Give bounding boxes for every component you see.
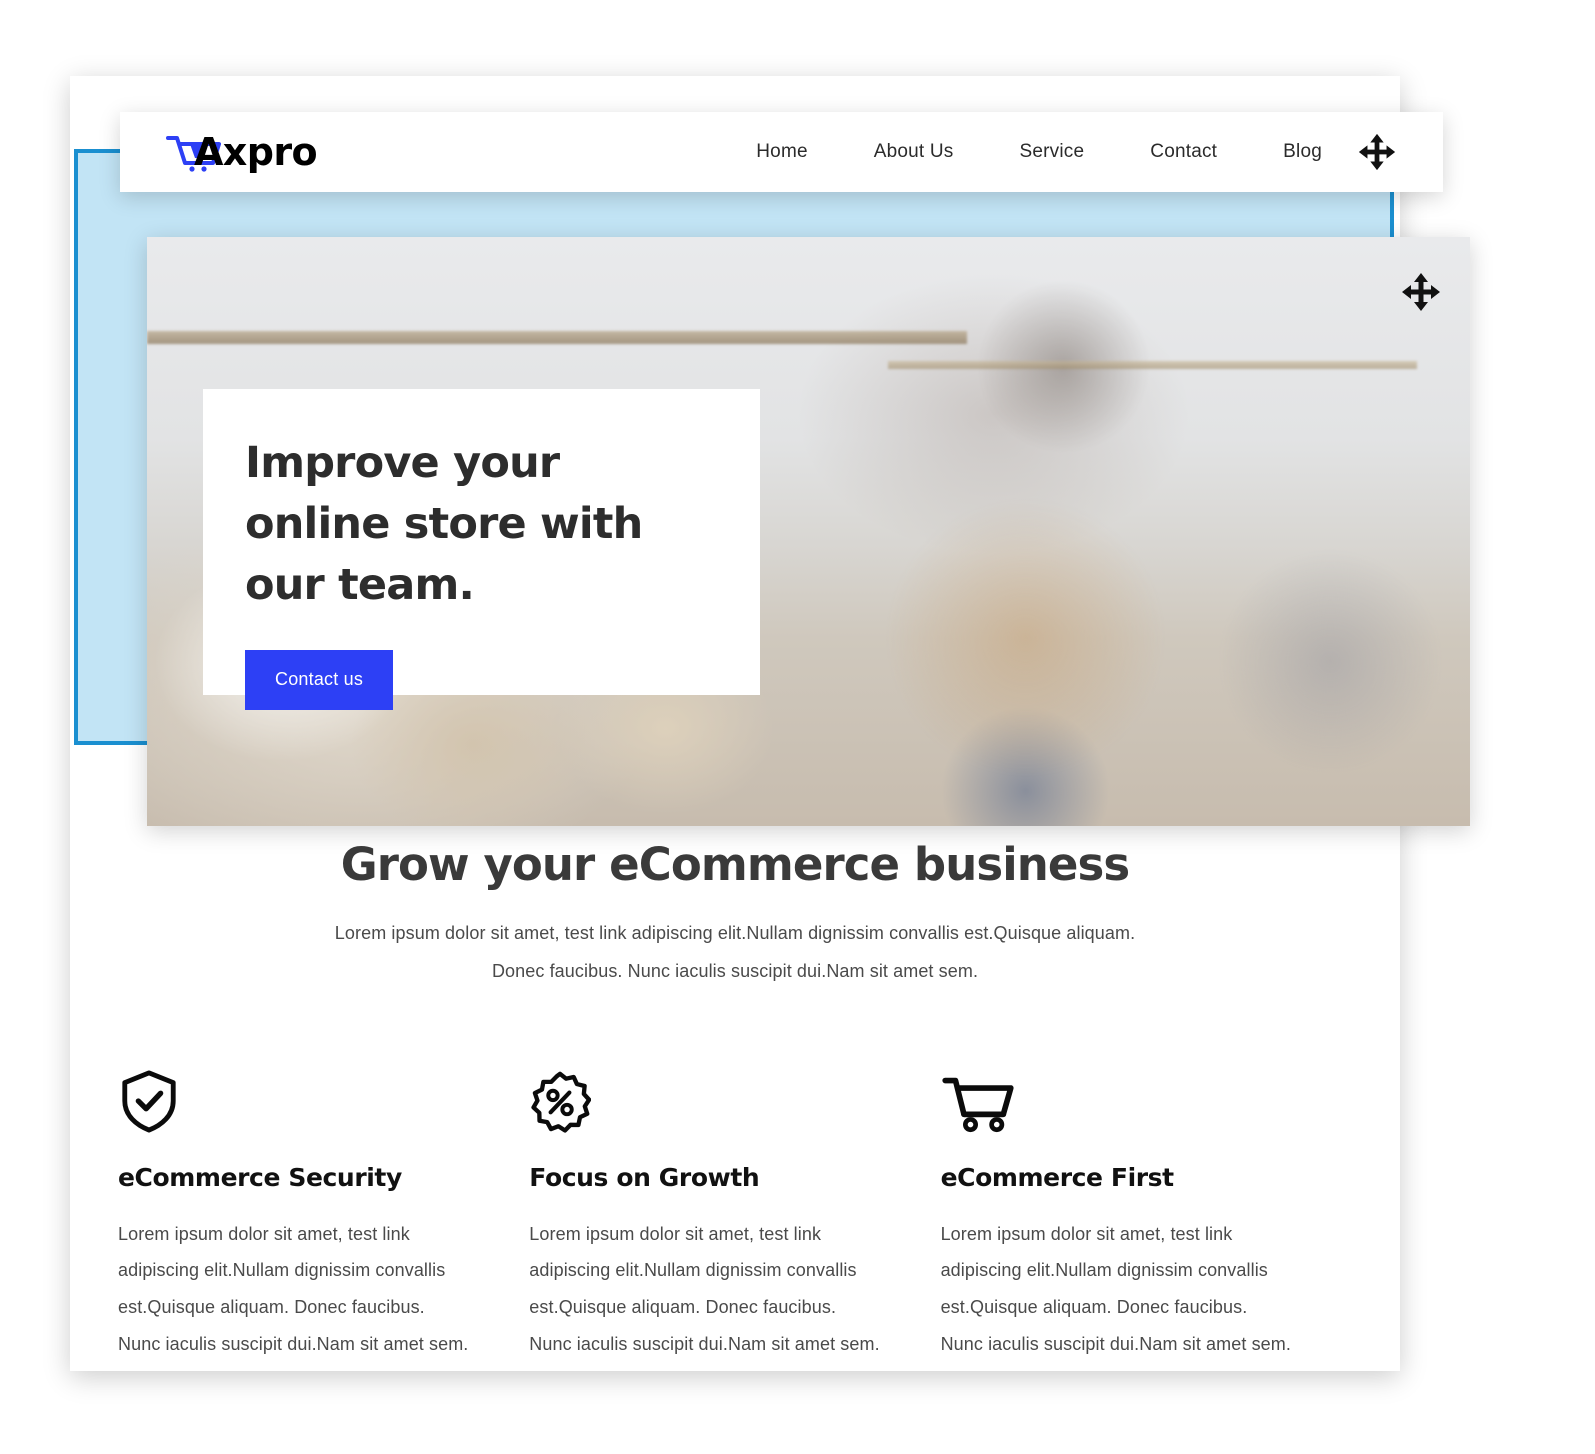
page-stage: Axpro Home About Us Service Contact Blog… <box>0 0 1595 1454</box>
feature-card: eCommerce Security Lorem ipsum dolor sit… <box>118 1063 529 1364</box>
brand-name: Axpro <box>194 130 318 174</box>
navbar-move-arrows-icon[interactable] <box>1355 130 1399 174</box>
section-title: Grow your eCommerce business <box>340 838 1131 891</box>
feature-list: eCommerce Security Lorem ipsum dolor sit… <box>70 1063 1400 1364</box>
nav-item-contact[interactable]: Contact <box>1117 141 1250 163</box>
nav-links: Home About Us Service Contact Blog <box>723 130 1399 174</box>
feature-title: eCommerce Security <box>118 1162 402 1192</box>
brand-logo[interactable]: Axpro <box>166 129 318 175</box>
section-subtitle: Lorem ipsum dolor sit amet, test link ad… <box>70 915 1400 991</box>
hero-text-card: Improve your online store with our team.… <box>203 389 760 711</box>
shopping-cart-icon <box>941 1063 1292 1133</box>
nav-item-blog[interactable]: Blog <box>1250 141 1355 163</box>
feature-body: Lorem ipsum dolor sit amet, test link ad… <box>940 1223 1291 1355</box>
feature-card: Focus on Growth Lorem ipsum dolor sit am… <box>529 1063 940 1364</box>
feature-body: Lorem ipsum dolor sit amet, test link ad… <box>118 1223 469 1355</box>
feature-card: eCommerce First Lorem ipsum dolor sit am… <box>941 1063 1352 1364</box>
nav-item-service[interactable]: Service <box>987 141 1118 163</box>
hero-move-arrows-icon[interactable] <box>1398 269 1444 315</box>
navbar: Axpro Home About Us Service Contact Blog <box>120 112 1443 192</box>
discount-percent-badge-icon <box>529 1063 880 1133</box>
section-subtitle-line-1: Lorem ipsum dolor sit amet, test link ad… <box>334 923 1136 943</box>
nav-item-about-us[interactable]: About Us <box>841 141 987 163</box>
feature-title: Focus on Growth <box>529 1162 760 1192</box>
hero-title: Improve your online store with our team. <box>245 438 643 611</box>
hero-banner: Improve your online store with our team.… <box>147 237 1470 826</box>
content-section: Grow your eCommerce business Lorem ipsum… <box>70 826 1400 1363</box>
feature-body: Lorem ipsum dolor sit amet, test link ad… <box>529 1223 880 1355</box>
shield-check-icon <box>118 1063 469 1133</box>
hero-photo-shelf-detail <box>887 360 1418 369</box>
feature-title: eCommerce First <box>940 1162 1175 1192</box>
section-subtitle-line-2: Donec faucibus. Nunc iaculis suscipit du… <box>491 960 979 981</box>
nav-item-home[interactable]: Home <box>723 141 840 163</box>
contact-us-button[interactable]: Contact us <box>245 650 394 711</box>
